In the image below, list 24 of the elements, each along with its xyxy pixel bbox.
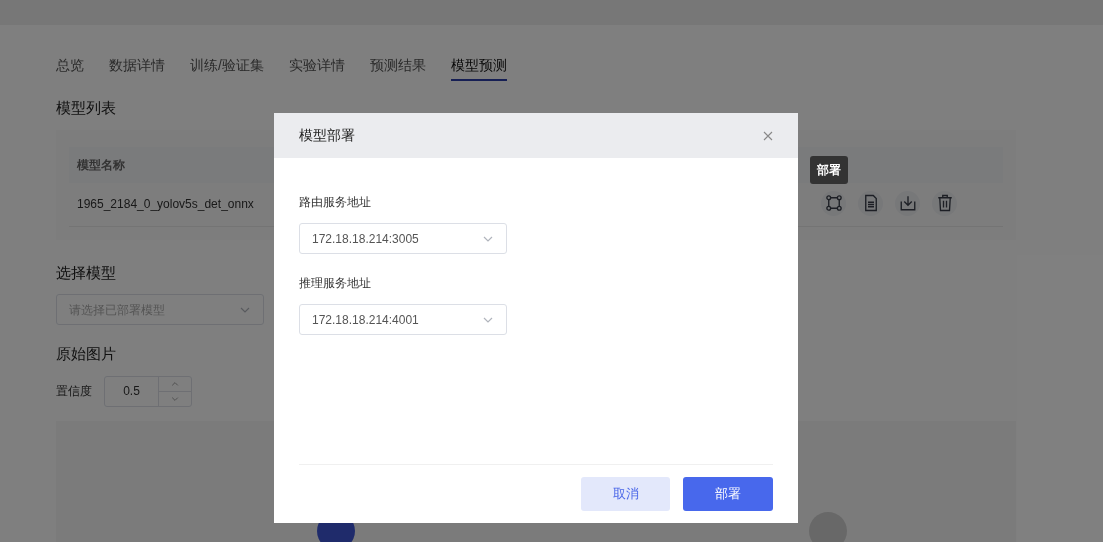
address-select[interactable]: 172.18.18.214:3005 [299, 223, 507, 254]
tab[interactable]: 预测结果 [369, 55, 426, 81]
field-label: 路由服务地址 [299, 194, 371, 211]
confidence-label: 置信度 [56, 383, 92, 400]
address-select[interactable]: 172.18.18.214:4001 [299, 304, 507, 335]
close-icon[interactable] [763, 130, 773, 141]
tab[interactable]: 模型预测 [450, 55, 507, 81]
nodes-icon[interactable] [824, 194, 843, 212]
tab[interactable]: 训练/验证集 [190, 55, 264, 81]
tab[interactable]: 数据详情 [109, 55, 165, 81]
table-cell-text: 1965_2184_0_yolov5s_det_onnx [77, 196, 254, 213]
field-label: 推理服务地址 [299, 275, 371, 292]
cancel-button[interactable]: 取消 [581, 477, 670, 511]
section-title: 选择模型 [56, 262, 116, 283]
deploy-button[interactable]: 部署 [683, 477, 773, 511]
dialog-title: 模型部署 [299, 126, 355, 145]
column-header: 模型名称 [77, 156, 125, 174]
download-icon[interactable] [898, 194, 917, 212]
tab[interactable]: 实验详情 [288, 55, 345, 81]
section-title: 模型列表 [56, 98, 116, 118]
section-title: 原始图片 [56, 344, 116, 364]
trash-icon[interactable] [935, 194, 954, 212]
tab[interactable]: 总览 [56, 55, 84, 81]
tooltip: 部署 [810, 156, 848, 184]
